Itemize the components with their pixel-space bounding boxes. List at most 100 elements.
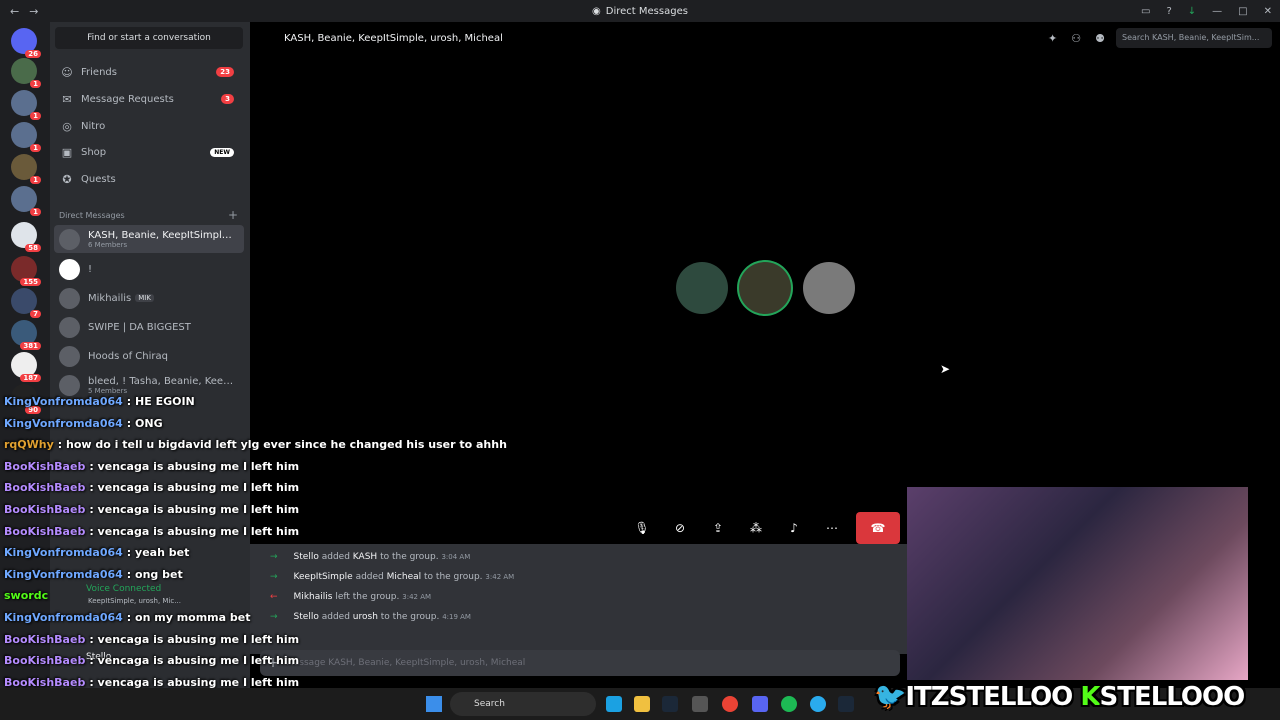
chat-message: KingVonfromda064: ONG (4, 417, 163, 430)
steam-icon[interactable] (662, 696, 678, 712)
search-input[interactable]: Search KASH, Beanie, KeepItSim... (1116, 28, 1272, 48)
chat-text: : vencaga is abusing me I left him (89, 632, 300, 646)
server-icon[interactable]: 1 (11, 90, 41, 120)
dm-item[interactable]: ! (54, 255, 244, 283)
server-icon[interactable]: 187 (11, 352, 41, 382)
dm-section-header: Direct Messages (59, 211, 125, 220)
system-message: → KeepItSimple added Micheal to the group… (270, 572, 515, 582)
inbox-icon[interactable]: ▭ (1141, 6, 1150, 17)
chat-message: KingVonfromda064: HE EGOIN (4, 395, 195, 408)
chat-username: BooKishBaeb (4, 675, 86, 689)
message-input[interactable]: + Message KASH, Beanie, KeepItSimple, ur… (260, 650, 900, 676)
dm-item[interactable]: KASH, Beanie, KeepItSimple, ur...6 Membe… (54, 225, 244, 253)
windows-start-icon[interactable] (426, 696, 442, 712)
server-icon[interactable]: 1 (11, 58, 41, 88)
maximize-button[interactable]: □ (1238, 6, 1247, 17)
participant-avatar[interactable] (803, 262, 855, 314)
file-explorer-icon[interactable] (634, 696, 650, 712)
telegram-icon[interactable] (810, 696, 826, 712)
nav-friends[interactable]: ☺ Friends 23 (54, 60, 244, 84)
chat-username: swordc (4, 589, 49, 603)
nitro-icon: ◎ (62, 119, 72, 133)
dm-item[interactable]: Hoods of Chiraq (54, 342, 244, 370)
clan-tag: MIK (135, 294, 154, 302)
dm-item[interactable]: Mikhailis MIK (54, 284, 244, 312)
server-icon[interactable]: 7 (11, 288, 41, 318)
chrome-icon[interactable] (722, 696, 738, 712)
chat-username: KingVonfromda064 (4, 567, 123, 581)
server-icon[interactable]: 1 (11, 122, 41, 152)
requests-badge: 3 (221, 94, 234, 104)
edge-icon[interactable] (606, 696, 622, 712)
forward-arrow-icon[interactable]: → (29, 5, 38, 18)
mouse-cursor-icon: ➤ (940, 362, 951, 376)
chat-message: BooKishBaeb: vencaga is abusing me I lef… (4, 503, 299, 516)
join-arrow-icon: → (270, 572, 278, 582)
nav-nitro[interactable]: ◎ Nitro (54, 114, 244, 138)
chat-message: swordc (4, 589, 52, 602)
chat-username: BooKishBaeb (4, 524, 86, 538)
back-arrow-icon[interactable]: ← (10, 5, 19, 18)
participant-avatar[interactable] (676, 262, 728, 314)
server-icon[interactable]: 1 (11, 154, 41, 184)
disconnect-button[interactable]: ☎ (856, 512, 900, 544)
chat-username: BooKishBaeb (4, 481, 86, 495)
microphone-icon[interactable]: 🎙 (628, 514, 656, 542)
avatar (59, 316, 80, 338)
chat-username: KingVonfromda064 (4, 546, 123, 560)
more-icon[interactable]: ⋯ (818, 514, 846, 542)
chat-message: BooKishBaeb: vencaga is abusing me I lef… (4, 481, 299, 494)
close-button[interactable]: ✕ (1264, 6, 1272, 17)
app-icon[interactable] (692, 696, 708, 712)
system-message: → Stello added KASH to the group. 3:04 AM (270, 552, 471, 562)
channel-title: KASH, Beanie, KeepItSimple, urosh, Miche… (284, 32, 503, 44)
add-friends-icon[interactable]: ⚇ (1071, 32, 1081, 45)
server-icon[interactable]: 381 (11, 320, 41, 350)
chat-username: KingVonfromda064 (4, 395, 123, 408)
title-bar: ← → ◉ Direct Messages ▭ ? ↓ — □ ✕ (0, 0, 1280, 22)
avatar (59, 287, 80, 309)
chat-username: BooKishBaeb (4, 632, 86, 646)
friends-icon: ☺ (61, 65, 73, 79)
chat-text: : yeah bet (126, 546, 190, 560)
pin-icon[interactable]: ✦ (1048, 32, 1057, 45)
channel-header: KASH, Beanie, KeepItSimple, urosh, Miche… (250, 22, 1280, 54)
discord-taskbar-icon[interactable] (752, 696, 768, 712)
chat-text: : how do i tell u bigdavid left ylg ever… (57, 438, 507, 452)
help-icon[interactable]: ? (1166, 6, 1171, 17)
activities-icon[interactable]: ⁂ (742, 514, 770, 542)
nav-shop[interactable]: ▣ Shop NEW (54, 140, 244, 164)
find-conversation-button[interactable]: Find or start a conversation (55, 27, 243, 49)
social-handles-overlay: 🐦ITZSTELLOO KSTELLOOO (874, 682, 1245, 712)
discord-icon: ◉ (592, 5, 601, 17)
chat-username: BooKishBaeb (4, 503, 86, 516)
members-icon[interactable]: ⚉ (1095, 32, 1105, 45)
taskbar-search[interactable]: Search (450, 692, 596, 716)
chat-text: : ong bet (126, 567, 183, 581)
minimize-button[interactable]: — (1212, 6, 1222, 17)
steam-icon[interactable] (838, 696, 854, 712)
spotify-icon[interactable] (781, 696, 797, 712)
nav-quests[interactable]: ✪ Quests (54, 167, 244, 191)
avatar (59, 374, 80, 396)
chat-text: : ONG (126, 416, 163, 430)
server-icon[interactable]: 58 (11, 222, 41, 252)
server-icon[interactable]: 155 (11, 256, 41, 286)
download-icon[interactable]: ↓ (1188, 6, 1196, 17)
server-icon[interactable]: 1 (11, 186, 41, 216)
create-dm-icon[interactable]: + (228, 208, 238, 222)
kick-icon: K (1080, 682, 1100, 712)
chat-username: KingVonfromda064 (4, 416, 123, 430)
soundboard-icon[interactable]: ♪ (780, 514, 808, 542)
camera-off-icon[interactable]: ⊘ (666, 514, 694, 542)
leave-arrow-icon: ← (270, 592, 278, 602)
participant-avatar[interactable] (739, 262, 791, 314)
home-button[interactable]: 26 (11, 28, 41, 58)
voice-channel[interactable]: KeepItSimple, urosh, Mic... (88, 597, 181, 605)
nav-message-requests[interactable]: ✉ Message Requests 3 (54, 87, 244, 111)
chat-text: : vencaga is abusing me I left him (89, 481, 300, 495)
chat-username: KingVonfromda064 (4, 611, 123, 624)
chat-username: BooKishBaeb (4, 654, 86, 668)
dm-item[interactable]: SWIPE | DA BIGGEST (54, 313, 244, 341)
screen-share-icon[interactable]: ⇪ (704, 514, 732, 542)
